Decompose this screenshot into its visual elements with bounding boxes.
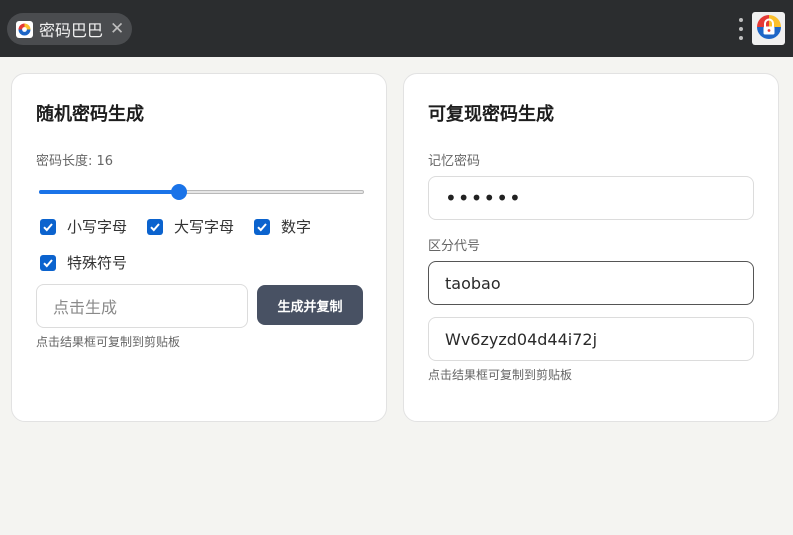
- slider-thumb[interactable]: [170, 184, 187, 200]
- code-label: 区分代号: [428, 239, 481, 254]
- browser-tab[interactable]: 密码巴巴 ✕: [7, 13, 132, 45]
- option-uppercase[interactable]: 大写字母: [147, 216, 234, 237]
- option-label: 特殊符号: [67, 254, 128, 272]
- copy-hint: 点击结果框可复制到剪贴板: [428, 368, 573, 382]
- result-value: Wv6zyzd04d44i72j: [445, 329, 598, 349]
- checkbox-checked-icon[interactable]: [40, 218, 56, 235]
- option-label: 小写字母: [67, 218, 128, 236]
- extension-button[interactable]: [752, 12, 785, 45]
- reproducible-password-panel: 可复现密码生成 记忆密码 •••••• 区分代号 taobao Wv6zyzd0…: [403, 73, 779, 422]
- tab-title: 密码巴巴: [39, 21, 104, 40]
- copy-hint: 点击结果框可复制到剪贴板: [36, 335, 181, 349]
- option-label: 大写字母: [174, 218, 235, 236]
- memory-password-input[interactable]: ••••••: [428, 176, 754, 220]
- option-label: 数字: [281, 218, 312, 236]
- checkbox-checked-icon[interactable]: [254, 218, 270, 235]
- option-digits[interactable]: 数字: [254, 216, 311, 237]
- code-value: taobao: [445, 273, 501, 293]
- length-label: 密码长度: 16: [36, 154, 114, 169]
- option-lowercase[interactable]: 小写字母: [40, 216, 127, 237]
- checkbox-checked-icon[interactable]: [40, 254, 56, 271]
- length-slider[interactable]: [36, 184, 364, 200]
- browser-toolbar: 密码巴巴 ✕: [0, 0, 793, 57]
- random-password-output[interactable]: 点击生成: [36, 284, 248, 328]
- random-password-panel: 随机密码生成 密码长度: 16 小写字母 大写字母 数字 特殊符号 点击生成 生…: [11, 73, 387, 422]
- app-logo-icon: [16, 20, 33, 38]
- checkbox-checked-icon[interactable]: [147, 218, 163, 235]
- reproducible-password-output[interactable]: Wv6zyzd04d44i72j: [428, 317, 754, 361]
- panel-title: 随机密码生成: [36, 104, 144, 125]
- option-symbols[interactable]: 特殊符号: [40, 252, 127, 273]
- slider-fill: [39, 190, 179, 194]
- memory-password-label: 记忆密码: [428, 154, 481, 169]
- panel-title: 可复现密码生成: [428, 104, 554, 125]
- kebab-menu-icon[interactable]: [735, 14, 747, 44]
- memory-password-value: ••••••: [445, 186, 522, 210]
- app-logo-icon: [754, 12, 784, 46]
- close-icon[interactable]: ✕: [110, 20, 124, 38]
- code-input[interactable]: taobao: [428, 261, 754, 305]
- generate-copy-button[interactable]: 生成并复制: [257, 285, 363, 325]
